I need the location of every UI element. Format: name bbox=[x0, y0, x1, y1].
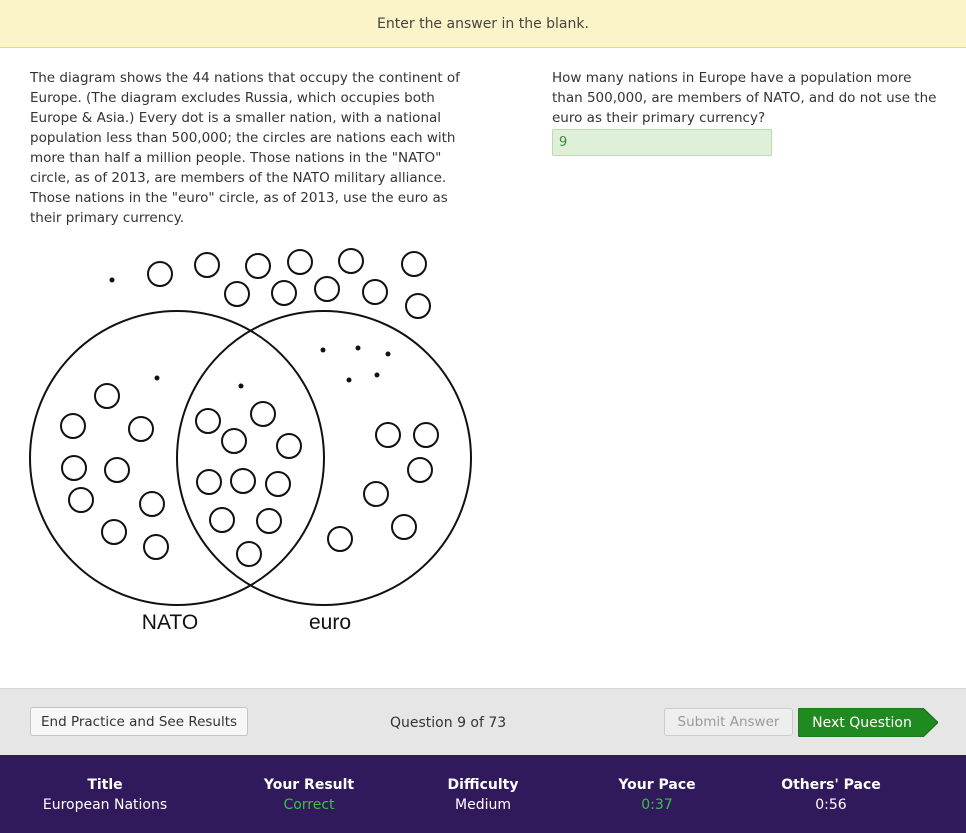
answer-input[interactable] bbox=[552, 129, 772, 156]
nation-circle bbox=[391, 514, 417, 540]
small-nation-dot bbox=[346, 377, 352, 383]
stat-difficulty-label: Difficulty bbox=[447, 777, 519, 793]
nation-circle bbox=[68, 487, 94, 513]
nation-circle bbox=[276, 433, 302, 459]
nation-circle bbox=[314, 276, 340, 302]
nation-circle bbox=[256, 508, 282, 534]
nation-circle bbox=[194, 252, 220, 278]
nation-circle bbox=[405, 293, 431, 319]
control-bar: End Practice and See Results Question 9 … bbox=[0, 688, 966, 755]
nation-circle bbox=[230, 468, 256, 494]
stat-result-label: Your Result bbox=[263, 777, 355, 793]
nation-circle bbox=[147, 261, 173, 287]
euro-label: euro bbox=[309, 611, 351, 634]
instruction-banner: Enter the answer in the blank. bbox=[0, 0, 966, 48]
nation-circle bbox=[221, 428, 247, 454]
small-nation-dot bbox=[374, 372, 380, 378]
nation-circle bbox=[101, 519, 127, 545]
nation-circle bbox=[209, 507, 235, 533]
stat-result-value: Correct bbox=[283, 797, 335, 813]
stat-your-pace-value: 0:37 bbox=[641, 797, 673, 813]
question-text: How many nations in Europe have a popula… bbox=[552, 70, 937, 126]
stats-footer: Title European Nations Your Result Corre… bbox=[0, 755, 966, 833]
venn-diagram: NATO euro bbox=[29, 248, 472, 634]
instruction-text: Enter the answer in the blank. bbox=[377, 15, 589, 32]
nato-label: NATO bbox=[142, 611, 198, 634]
nation-circle bbox=[139, 491, 165, 517]
nation-circle bbox=[61, 455, 87, 481]
nation-circle bbox=[375, 422, 401, 448]
next-question-button[interactable]: Next Question bbox=[798, 708, 938, 737]
small-nation-dot bbox=[385, 351, 391, 357]
small-nation-dot bbox=[320, 347, 326, 353]
stat-difficulty: Difficulty Medium bbox=[398, 775, 568, 815]
stat-others-pace-value: 0:56 bbox=[815, 797, 847, 813]
nation-circle bbox=[236, 541, 262, 567]
nation-circle bbox=[195, 408, 221, 434]
stat-title: Title European Nations bbox=[20, 775, 190, 815]
question-counter: Question 9 of 73 bbox=[390, 715, 507, 731]
small-nation-dot bbox=[154, 375, 160, 381]
next-question-label: Next Question bbox=[812, 714, 912, 731]
end-practice-button[interactable]: End Practice and See Results bbox=[30, 707, 249, 736]
nation-circle bbox=[245, 253, 271, 279]
nation-circle bbox=[60, 413, 86, 439]
stat-your-pace: Your Pace 0:37 bbox=[572, 775, 742, 815]
nation-circle bbox=[338, 248, 364, 274]
stat-your-pace-label: Your Pace bbox=[618, 777, 696, 793]
small-nation-dot bbox=[109, 277, 115, 283]
nation-circle bbox=[265, 471, 291, 497]
stat-others-pace-label: Others' Pace bbox=[781, 777, 881, 793]
question-passage: The diagram shows the 44 nations that oc… bbox=[30, 70, 460, 226]
stat-title-value: European Nations bbox=[42, 797, 168, 813]
small-nation-dot bbox=[355, 345, 361, 351]
nation-circle bbox=[104, 457, 130, 483]
nation-circle bbox=[271, 280, 297, 306]
nation-circle bbox=[362, 279, 388, 305]
nation-circle bbox=[128, 416, 154, 442]
small-nation-dot bbox=[238, 383, 244, 389]
nation-circle bbox=[94, 383, 120, 409]
nation-circle bbox=[250, 401, 276, 427]
submit-answer-button[interactable]: Submit Answer bbox=[664, 708, 793, 736]
stat-others-pace: Others' Pace 0:56 bbox=[746, 775, 916, 815]
stat-difficulty-value: Medium bbox=[455, 797, 511, 813]
nation-circle bbox=[407, 457, 433, 483]
nation-circle bbox=[401, 251, 427, 277]
nation-circle bbox=[413, 422, 439, 448]
stat-title-label: Title bbox=[87, 777, 123, 793]
nation-circle bbox=[143, 534, 169, 560]
nation-circle bbox=[287, 249, 313, 275]
nation-circle bbox=[327, 526, 353, 552]
nation-circle bbox=[224, 281, 250, 307]
stat-result: Your Result Correct bbox=[224, 775, 394, 815]
nation-circle bbox=[363, 481, 389, 507]
nation-circle bbox=[196, 469, 222, 495]
